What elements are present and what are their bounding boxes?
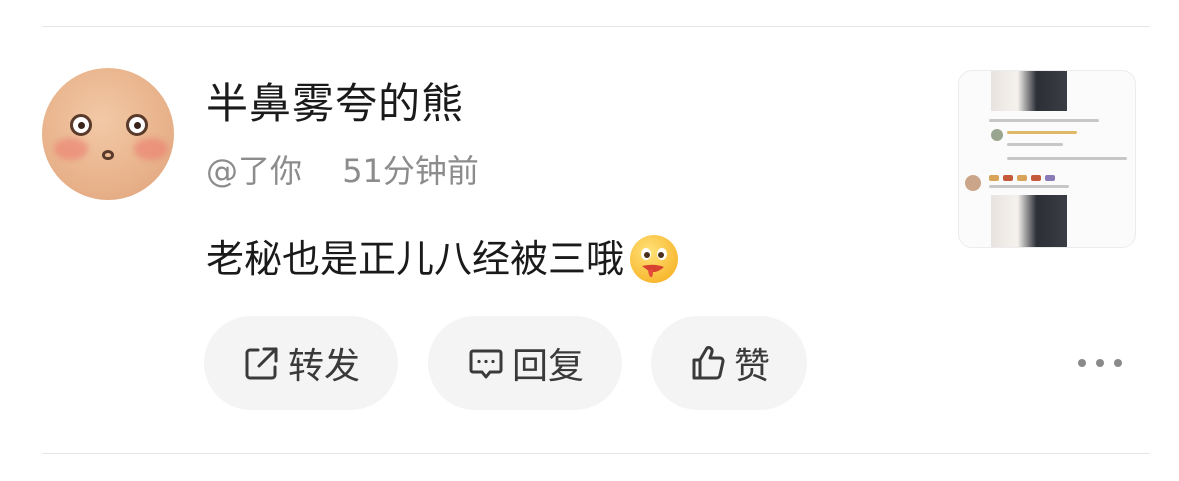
- comment-text: 老秘也是正儿八经被三哦: [206, 237, 625, 281]
- reply-label: 回复: [511, 346, 584, 387]
- username[interactable]: 半鼻雾夸的熊: [206, 78, 464, 130]
- thumbnail-line: [1007, 143, 1063, 146]
- like-label: 赞: [733, 346, 770, 387]
- like-button[interactable]: 赞: [651, 316, 807, 410]
- avatar-eye-left: [70, 114, 92, 136]
- bottom-divider: [42, 453, 1150, 454]
- thumbnail-sticker: [1003, 175, 1013, 181]
- ellipsis-dot: [1114, 359, 1122, 367]
- thumbnail-avatar: [965, 175, 981, 191]
- ellipsis-dot: [1078, 359, 1086, 367]
- thumbnail-avatar: [991, 129, 1003, 141]
- avatar-blush-left: [54, 138, 88, 160]
- top-divider: [42, 26, 1150, 27]
- thumbnail-line: [1007, 131, 1077, 134]
- reply-button[interactable]: 回复: [428, 316, 622, 410]
- thumbnail-line: [1007, 157, 1127, 160]
- avatar-mouth: [102, 150, 114, 160]
- mention-tag: @了你: [206, 152, 303, 190]
- thumbnail-line: [989, 119, 1099, 122]
- forward-label: 转发: [287, 346, 360, 387]
- avatar-eye-right: [126, 114, 148, 136]
- post-image-thumbnail[interactable]: [958, 70, 1136, 248]
- share-arrow-icon: [242, 343, 282, 383]
- thumbnail-photo-top: [991, 71, 1067, 111]
- thumbnail-line: [989, 185, 1069, 188]
- comment-bubble-icon: [466, 343, 506, 383]
- more-options-ellipsis-icon[interactable]: [1078, 346, 1122, 380]
- thumbnail-sticker: [1045, 175, 1055, 181]
- post-time: 51分钟前: [342, 152, 479, 190]
- avatar-blush-right: [134, 138, 168, 160]
- thumbnail-sticker: [1017, 175, 1027, 181]
- post-meta: @了你 51分钟前: [206, 150, 479, 192]
- thumbnail-photo-bottom: [991, 195, 1067, 247]
- forward-button[interactable]: 转发: [204, 316, 398, 410]
- ellipsis-dot: [1096, 359, 1104, 367]
- thumbnail-sticker: [1031, 175, 1041, 181]
- user-avatar[interactable]: [42, 68, 174, 200]
- drooling-face-emoji-icon: [628, 233, 680, 285]
- thumbs-up-icon: [688, 343, 728, 383]
- comment-body: 老秘也是正儿八经被三哦: [206, 233, 680, 285]
- thumbnail-sticker: [989, 175, 999, 181]
